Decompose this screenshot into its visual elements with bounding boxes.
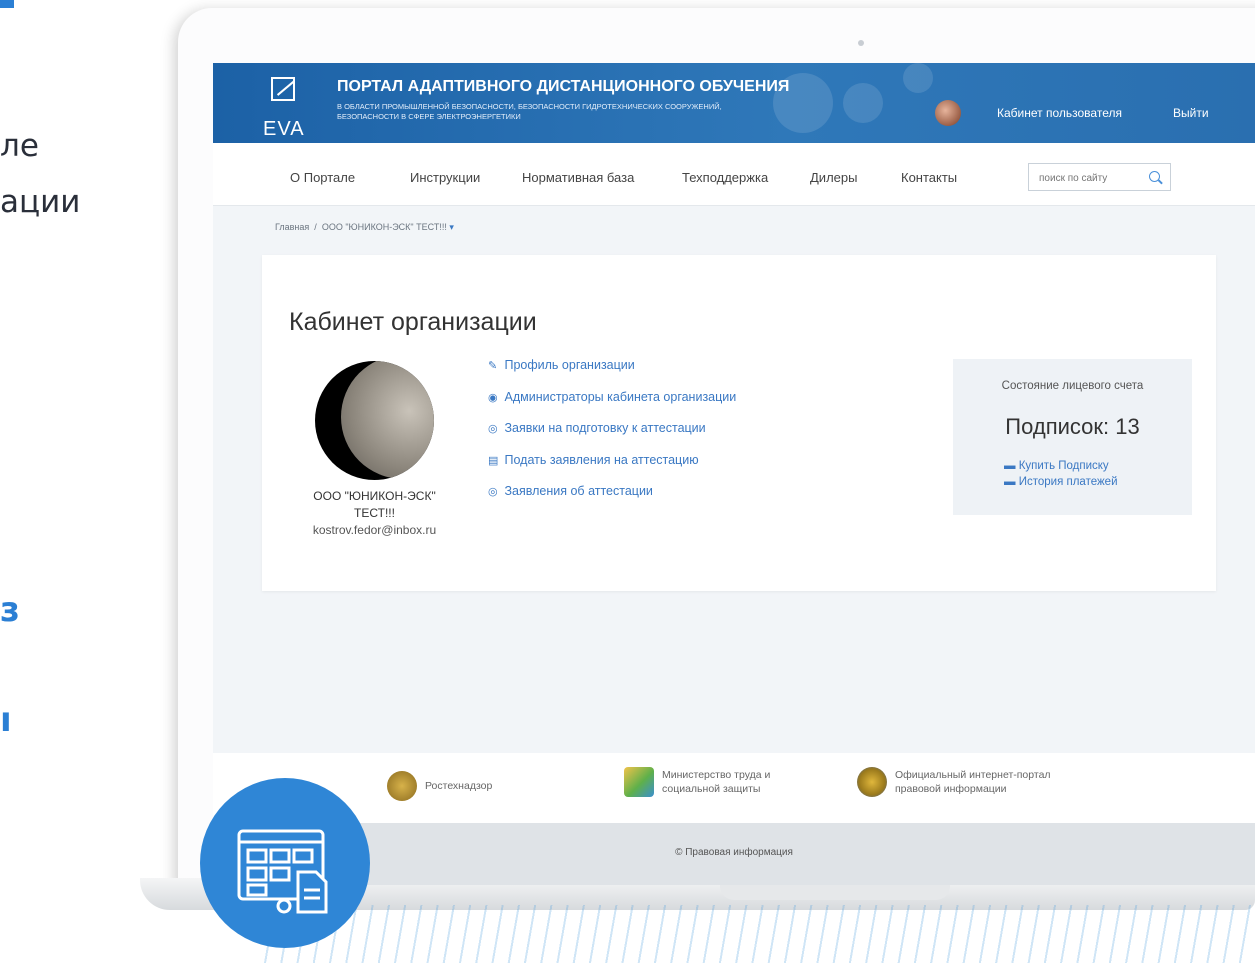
logo-text[interactable]: EVA [263,118,305,141]
footer-links: Ростехнадзор Министерство труда и социал… [213,753,1255,823]
ministry-logo-icon [624,767,654,797]
credit-card-icon: ▬ [1004,476,1016,488]
eye-icon: ◎ [488,423,498,435]
organization-name-line1: ООО "ЮНИКОН-ЭСК" [313,489,436,503]
edit-icon: ✎ [488,360,498,372]
account-status-heading: Состояние лицевого счета [1001,380,1144,392]
organization-name-line2: ТЕСТ!!! [354,506,395,520]
cabinet-links: ✎ Профиль организации ◉ Администраторы к… [488,358,736,516]
footer-item-label: Министерство труда и социальной защиты [662,769,771,795]
emblem-icon [387,771,417,801]
decoration-ornament [903,63,933,93]
link-label: Администраторы кабинета организации [504,389,737,404]
footer-item-rostekhnadzor[interactable]: Ростехнадзор [387,771,492,801]
nav-item-dealers[interactable]: Дилеры [810,170,857,185]
organization-card: Кабинет организации ООО "ЮНИКОН-ЭСК" ТЕС… [262,255,1216,591]
organization-info: ООО "ЮНИКОН-ЭСК" ТЕСТ!!! kostrov.fedor@i… [282,488,467,539]
credit-card-icon: ▬ [1004,460,1016,472]
page-title: Кабинет организации [289,308,537,336]
background-text-line1: ле [0,128,39,164]
background-text-fragment-2: ı [0,700,12,740]
search-input[interactable] [1037,165,1141,191]
badge [200,778,370,948]
link-submit-applications[interactable]: ▤ Подать заявления на аттестацию [488,453,736,467]
link-training-requests[interactable]: ◎ Заявки на подготовку к аттестации [488,421,736,435]
payment-history-label: История платежей [1018,476,1118,488]
nav-item-support[interactable]: Техподдержка [682,170,768,185]
search-box [1028,163,1171,191]
link-label: Заявки на подготовку к аттестации [504,421,706,435]
portal-subtitle-line1: В ОБЛАСТИ ПРОМЫШЛЕННОЙ БЕЗОПАСНОСТИ, БЕЗ… [337,102,722,111]
user-cabinet-link[interactable]: Кабинет пользователя [997,106,1122,120]
decorative-pattern [260,905,1255,963]
link-attestation-statements[interactable]: ◎ Заявления об аттестации [488,484,736,498]
main-nav: О Портале Инструкции Нормативная база Те… [213,143,1255,206]
background-text-fragment: з [0,590,20,630]
nav-item-regulations[interactable]: Нормативная база [522,170,634,185]
avatar[interactable] [935,100,961,126]
eye-icon: ◎ [488,486,498,498]
payment-history-link[interactable]: ▬ История платежей [1004,476,1118,488]
blue-corner-mark [0,0,14,8]
organization-avatar [315,361,434,480]
footer-item-label: Ростехнадзор [425,780,493,792]
portal-header: EVA ПОРТАЛ АДАПТИВНОГО ДИСТАНЦИОННОГО ОБ… [213,63,1255,143]
nav-item-contacts[interactable]: Контакты [901,170,957,185]
laptop-screen: EVA ПОРТАЛ АДАПТИВНОГО ДИСТАНЦИОННОГО ОБ… [213,63,1255,885]
link-label: Профиль организации [504,358,635,372]
camera-icon [858,40,864,46]
buy-subscription-label: Купить Подписку [1018,460,1109,472]
subscriptions-count: Подписок: 13 [1005,414,1140,439]
link-label: Подать заявления на аттестацию [504,452,699,467]
footer-item-ministry[interactable]: Министерство труда и социальной защиты [624,767,770,797]
nav-item-instructions[interactable]: Инструкции [410,170,480,185]
footer-item-legal-portal[interactable]: Официальный интернет-портал правовой инф… [857,767,1051,797]
link-cabinet-admins[interactable]: ◉ Администраторы кабинета организации [488,390,736,404]
logout-link[interactable]: Выйти [1173,106,1209,120]
account-status-panel: Состояние лицевого счета Подписок: 13 ▬ … [953,359,1192,515]
coat-of-arms-icon [857,767,887,797]
breadcrumb-home[interactable]: Главная [275,222,309,232]
link-organization-profile[interactable]: ✎ Профиль организации [488,358,736,372]
nav-item-about[interactable]: О Портале [290,170,355,185]
organization-email: kostrov.fedor@inbox.ru [312,523,437,537]
breadcrumb-current[interactable]: ООО "ЮНИКОН-ЭСК" ТЕСТ!!! [322,222,447,232]
user-circle-icon: ◉ [488,391,498,404]
background-text-line2: ации [0,184,81,220]
breadcrumb: Главная / ООО "ЮНИКОН-ЭСК" ТЕСТ!!! ▾ [275,222,454,233]
portal-title: ПОРТАЛ АДАПТИВНОГО ДИСТАНЦИОННОГО ОБУЧЕН… [337,78,790,95]
portal-subtitle-line2: БЕЗОПАСНОСТИ В СФЕРЕ ЭЛЕКТРОЭНЕРГЕТИКИ [337,112,521,121]
document-icon: ▤ [488,454,499,467]
chevron-down-icon[interactable]: ▾ [449,222,454,232]
footer-item-label: Официальный интернет-портал правовой инф… [895,769,1051,795]
dashboard-document-settings-icon [237,829,328,914]
breadcrumb-separator: / [314,222,317,232]
logo-icon[interactable] [271,77,295,101]
search-icon[interactable] [1149,171,1160,182]
link-label: Заявления об аттестации [504,484,653,498]
decoration-ornament [843,83,883,123]
buy-subscription-link[interactable]: ▬ Купить Подписку [1004,460,1109,472]
moon-image [341,361,434,479]
